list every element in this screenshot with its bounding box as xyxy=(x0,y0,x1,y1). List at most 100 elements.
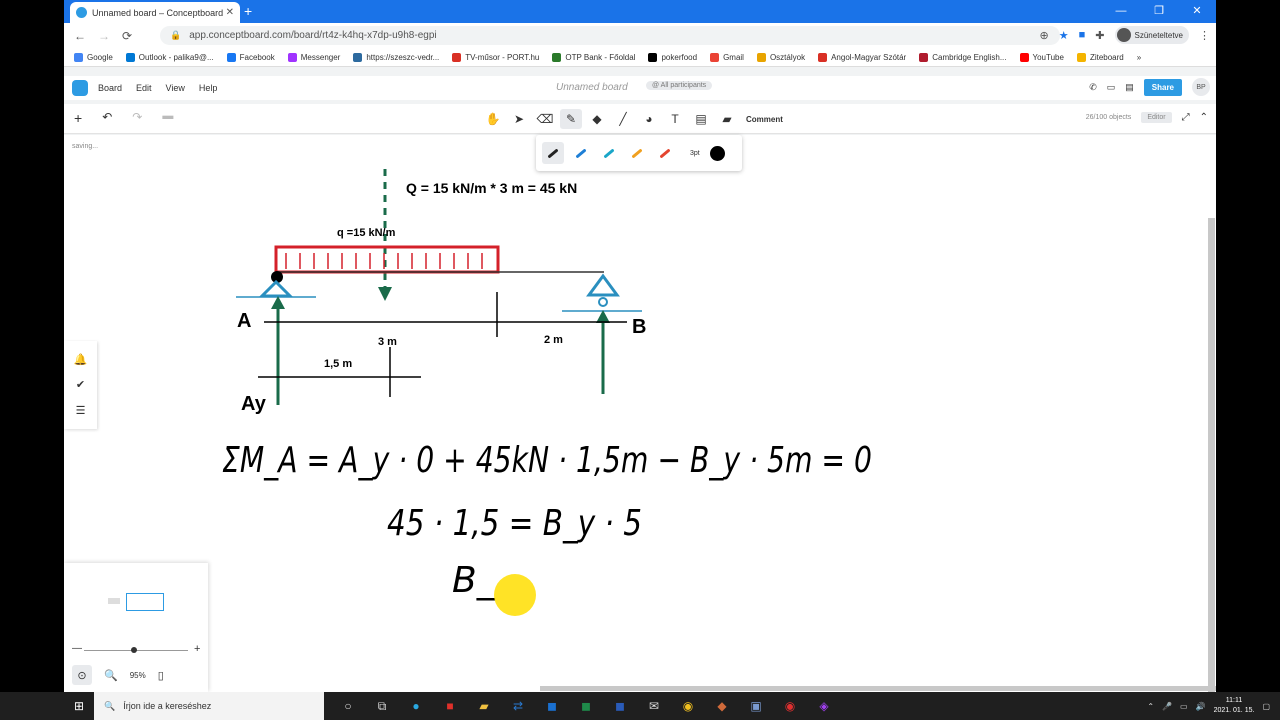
pen-preset-5[interactable] xyxy=(654,142,676,164)
compass-icon[interactable]: ⊙ xyxy=(72,665,92,685)
menu-board[interactable]: Board xyxy=(98,83,122,93)
bookmark-item[interactable]: Facebook xyxy=(226,52,275,62)
bookmark-item[interactable]: Ziteboard xyxy=(1076,52,1124,62)
cortana-icon[interactable]: ○ xyxy=(338,699,358,714)
add-icon[interactable]: + xyxy=(74,110,82,126)
word-icon[interactable]: ◼ xyxy=(610,699,630,714)
hand-icon[interactable]: ✋ xyxy=(482,109,504,129)
vertical-scrollbar[interactable] xyxy=(1208,218,1215,692)
participants-badge[interactable]: @ All participants xyxy=(646,81,713,90)
notification-icon[interactable]: 🔔 xyxy=(74,353,88,366)
fullscreen-icon[interactable]: ⤢ xyxy=(1182,112,1190,123)
bookmark-item[interactable]: Osztályok xyxy=(756,52,805,62)
taskbar-search[interactable]: 🔍 Írjon ide a kereséshez xyxy=(94,692,324,720)
eraser-icon[interactable]: ⌫ xyxy=(534,109,556,129)
zoom-icon[interactable]: ⊕ xyxy=(1040,29,1049,42)
windows-start-icon[interactable]: ⊞ xyxy=(64,699,94,713)
minimize-button[interactable]: — xyxy=(1102,0,1140,23)
tasks-check-icon[interactable]: ✔ xyxy=(76,378,85,391)
zoom-search-icon[interactable]: 🔍 xyxy=(104,669,118,682)
list-icon[interactable]: ☰ xyxy=(76,404,86,417)
chat-icon[interactable]: ▤ xyxy=(1125,82,1134,93)
board-title[interactable]: Unnamed board xyxy=(556,82,628,93)
bookmark-item[interactable]: pokerfood xyxy=(648,52,697,62)
close-tab-icon[interactable]: ✕ xyxy=(226,7,234,18)
pen-color-swatch[interactable] xyxy=(709,145,725,161)
reload-icon[interactable]: ⟳ xyxy=(122,29,132,43)
pen-size[interactable]: 3pt xyxy=(690,150,700,157)
line-icon[interactable]: ╱ xyxy=(612,109,634,129)
zoom-in-button[interactable]: + xyxy=(194,643,200,655)
bookmark-item[interactable]: Messenger xyxy=(287,52,340,62)
paint-icon[interactable]: ◆ xyxy=(712,699,732,714)
bookmark-item[interactable]: Google xyxy=(74,52,113,62)
volume-icon[interactable]: 🔊 xyxy=(1196,702,1206,711)
conceptboard-logo-icon[interactable] xyxy=(72,80,88,96)
maximize-button[interactable]: ❐ xyxy=(1140,0,1178,23)
acrobat-icon[interactable]: ■ xyxy=(440,699,460,714)
teamviewer-icon[interactable]: ⇄ xyxy=(508,699,528,714)
bookmark-item[interactable]: Outlook - palika9@... xyxy=(125,52,214,62)
extension-icon[interactable]: ■ xyxy=(1079,29,1086,41)
save-icon[interactable]: ▣ xyxy=(746,699,766,714)
forward-icon[interactable]: → xyxy=(98,29,110,43)
marker-icon[interactable]: ◆ xyxy=(586,109,608,129)
mic-icon[interactable]: 🎤 xyxy=(1162,702,1172,711)
bookmark-item[interactable]: https://szeszc-vedr... xyxy=(353,52,439,62)
notifications-icon[interactable]: ▢ xyxy=(1262,702,1270,711)
screen-share-icon[interactable]: ▭ xyxy=(1107,82,1116,93)
zoom-out-button[interactable]: — xyxy=(72,643,82,654)
explorer-icon[interactable]: ▰ xyxy=(474,699,494,714)
more-bookmarks-icon[interactable]: » xyxy=(1137,53,1141,62)
zoom-slider-handle[interactable] xyxy=(131,647,137,653)
browser-tab[interactable]: Unnamed board – Conceptboard ✕ xyxy=(70,2,240,23)
star-icon[interactable]: ★ xyxy=(1059,29,1069,42)
zoom-level[interactable]: 95% xyxy=(130,671,146,680)
menu-help[interactable]: Help xyxy=(199,83,218,93)
new-tab-button[interactable]: + xyxy=(244,3,252,19)
sticky-note-icon[interactable]: ▤ xyxy=(690,109,712,129)
pen-preset-3[interactable] xyxy=(598,142,620,164)
shapes-icon[interactable]: ◕ xyxy=(638,109,660,129)
redo-icon[interactable]: ↷ xyxy=(132,110,142,126)
bookmark-item[interactable]: Angol-Magyar Szótár xyxy=(818,52,906,62)
close-window-button[interactable]: ✕ xyxy=(1178,0,1216,23)
comment-icon[interactable]: ▰ xyxy=(716,109,738,129)
phone-icon[interactable]: ✆ xyxy=(1089,82,1097,93)
profile-button[interactable]: Szüneteltetve xyxy=(1114,26,1189,44)
pen-preset-1[interactable] xyxy=(542,142,564,164)
bookmark-item[interactable]: Gmail xyxy=(710,52,744,62)
mouse-icon[interactable]: ▯ xyxy=(158,669,164,682)
whiteboard-canvas[interactable]: saving... Q = 15 kN/m * 3 m = 45 kN q =1… xyxy=(64,135,1216,692)
pen-preset-4[interactable] xyxy=(626,142,648,164)
text-icon[interactable]: T xyxy=(664,109,686,129)
menu-edit[interactable]: Edit xyxy=(136,83,152,93)
mail-icon[interactable]: ✉ xyxy=(644,699,664,714)
minimap-viewport[interactable] xyxy=(126,593,164,611)
comment-label[interactable]: Comment xyxy=(746,115,783,124)
pen-icon[interactable]: ✎ xyxy=(560,109,582,129)
recorder-icon[interactable]: ◉ xyxy=(780,699,800,714)
user-avatar[interactable]: BP xyxy=(1192,78,1210,96)
tray-expand-icon[interactable]: ⌃ xyxy=(1147,702,1154,711)
menu-view[interactable]: View xyxy=(166,83,185,93)
collapse-icon[interactable]: ⌃ xyxy=(1200,112,1208,123)
task-view-icon[interactable]: ⧉ xyxy=(372,699,392,714)
horizontal-scrollbar[interactable] xyxy=(540,686,1216,691)
pen-preset-2[interactable] xyxy=(570,142,592,164)
format-painter-icon[interactable]: ▬ xyxy=(162,110,173,126)
puzzle-icon[interactable]: ✚ xyxy=(1095,29,1104,42)
omnibox[interactable]: 🔒 app.conceptboard.com/board/rt4z-k4hq-x… xyxy=(160,26,1060,45)
select-icon[interactable]: ➤ xyxy=(508,109,530,129)
bookmark-item[interactable]: TV-műsor - PORT.hu xyxy=(452,52,539,62)
back-icon[interactable]: ← xyxy=(74,29,86,43)
edge-icon[interactable]: ● xyxy=(406,699,426,714)
bookmark-item[interactable]: Cambridge English... xyxy=(919,52,1007,62)
network-icon[interactable]: ▭ xyxy=(1180,702,1188,711)
bookmark-item[interactable]: YouTube xyxy=(1019,52,1064,62)
messenger-icon[interactable]: ◈ xyxy=(814,699,834,714)
menu-icon[interactable]: ⋮ xyxy=(1199,29,1210,42)
excel-icon[interactable]: ◼ xyxy=(576,699,596,714)
bookmark-item[interactable]: OTP Bank - Főoldal xyxy=(552,52,635,62)
role-badge[interactable]: Editor xyxy=(1141,112,1172,123)
